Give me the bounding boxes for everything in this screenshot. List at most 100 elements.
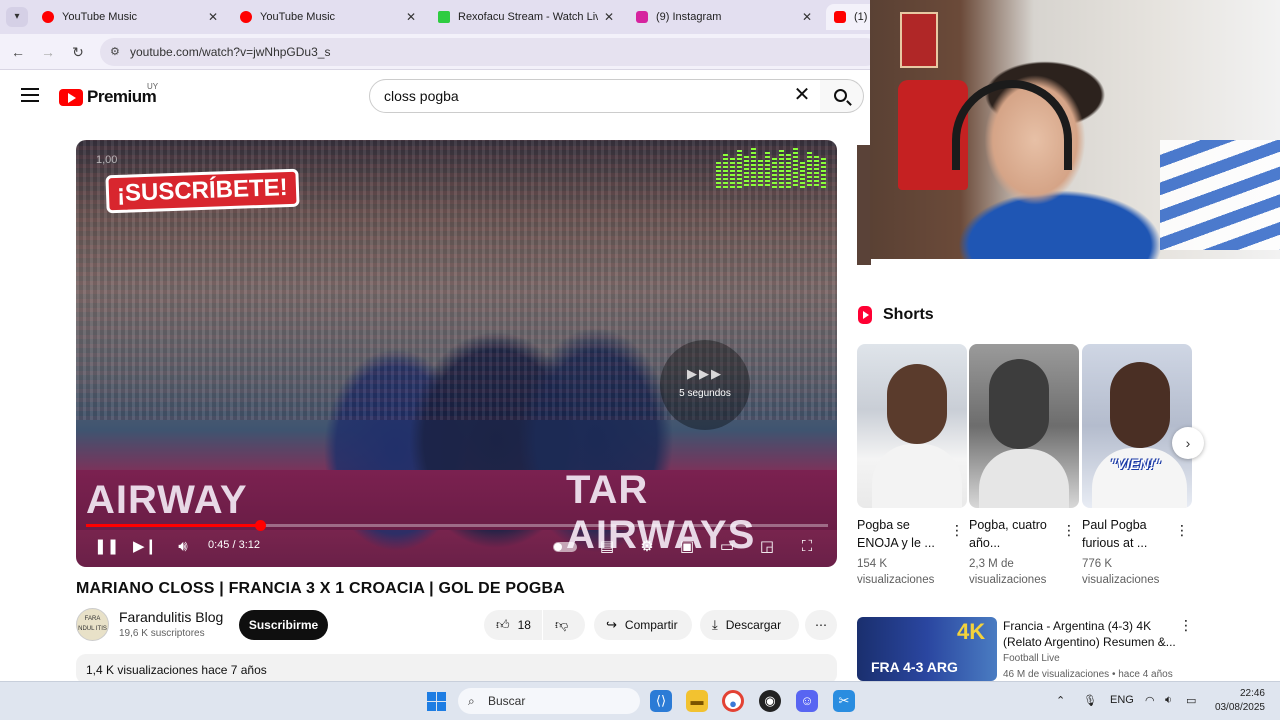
more-vertical-icon[interactable]: ⋮ bbox=[1179, 617, 1193, 634]
subtitles-icon[interactable]: ▤ bbox=[596, 536, 618, 558]
progress-bar[interactable] bbox=[86, 520, 828, 531]
4k-badge: 4K bbox=[957, 619, 986, 644]
taskbar-search[interactable]: ⌕ Buscar bbox=[458, 688, 640, 714]
discord-icon[interactable]: ☺ bbox=[796, 690, 818, 712]
obs-icon[interactable]: ◉ bbox=[759, 690, 781, 712]
next-icon[interactable]: ▶❙ bbox=[133, 536, 157, 558]
close-tab-icon[interactable]: ✕ bbox=[604, 10, 614, 24]
menu-icon[interactable] bbox=[21, 88, 39, 102]
short-card[interactable]: Pogba, cuatro año... 2,3 M de visualizac… bbox=[969, 344, 1079, 588]
microphone-icon[interactable]: 🎙︎ bbox=[1083, 694, 1097, 707]
views-and-date: 1,4 K visualizaciones hace 7 años bbox=[86, 663, 267, 677]
theater-mode-icon[interactable]: ▭ bbox=[716, 536, 738, 558]
back-arrow-icon[interactable]: ← bbox=[8, 42, 28, 62]
speaker-icon[interactable]: 🔉︎ bbox=[1165, 694, 1172, 707]
reload-icon[interactable]: ↻ bbox=[68, 42, 88, 62]
short-title[interactable]: Pogba se ENOJA y le ... bbox=[857, 516, 949, 552]
file-explorer-icon[interactable]: ▬ bbox=[686, 690, 708, 712]
download-label: Descargar bbox=[725, 618, 782, 632]
subscribe-button[interactable]: Suscribirme bbox=[239, 610, 328, 640]
clear-search-icon[interactable]: ✕ bbox=[791, 84, 813, 106]
youtube-music-favicon-icon bbox=[42, 11, 54, 23]
browser-tab[interactable]: YouTube Music ✕ bbox=[232, 4, 424, 30]
like-button[interactable]: 👍︎ 18 bbox=[484, 610, 542, 640]
windows-start-icon[interactable] bbox=[427, 692, 446, 711]
short-thumbnail[interactable] bbox=[969, 344, 1079, 508]
forward-arrow-icon[interactable]: → bbox=[38, 42, 58, 62]
recommended-title[interactable]: Francia - Argentina (4-3) 4K (Relato Arg… bbox=[1003, 618, 1179, 650]
share-button[interactable]: ↪ Compartir bbox=[594, 610, 692, 640]
browser-tab[interactable]: YouTube Music ✕ bbox=[34, 4, 226, 30]
vscode-icon[interactable]: ⟨⟩ bbox=[650, 690, 672, 712]
youtube-premium-logo[interactable]: Premium UY bbox=[59, 82, 158, 108]
video-title: MARIANO CLOSS | FRANCIA 3 X 1 CROACIA | … bbox=[76, 580, 566, 597]
site-info-icon[interactable]: ⚙ bbox=[110, 45, 124, 59]
search-button[interactable] bbox=[820, 79, 864, 113]
cast-icon[interactable]: ◲ bbox=[756, 536, 778, 558]
volume-icon[interactable]: 🔊︎ bbox=[172, 536, 194, 558]
close-tab-icon[interactable]: ✕ bbox=[802, 10, 812, 24]
scrubber-handle[interactable] bbox=[254, 520, 266, 531]
recommended-channel[interactable]: Football Live bbox=[1003, 653, 1060, 664]
snipping-tool-icon[interactable]: ✂ bbox=[833, 690, 855, 712]
tab-search-chevron-icon[interactable]: ▾ bbox=[6, 7, 28, 27]
thumbs-up-icon: 👍︎ bbox=[496, 617, 510, 632]
more-vertical-icon[interactable]: ⋮ bbox=[1175, 522, 1189, 539]
description-box[interactable]: 1,4 K visualizaciones hace 7 años bbox=[76, 654, 837, 684]
player-controls: ❚❚ ▶❙ 🔊︎ 0:45 / 3:12 ▤ ⚙ ▣ ▭ ◲ ⛶ bbox=[76, 534, 837, 562]
dislike-button[interactable]: 👎︎ bbox=[543, 610, 585, 640]
video-player[interactable]: AIRWAY TAR AIRWAYS 1,00 ¡SUSCRÍBETE! ▶▶▶… bbox=[76, 140, 837, 567]
browser-tab[interactable]: Rexofacu Stream - Watch Live c ✕ bbox=[430, 4, 622, 30]
chrome-icon[interactable]: ● bbox=[722, 690, 744, 712]
close-tab-icon[interactable]: ✕ bbox=[208, 10, 218, 24]
seek-forward-hint: ▶▶▶ 5 segundos bbox=[660, 340, 750, 430]
share-label: Compartir bbox=[624, 618, 678, 632]
more-actions-button[interactable]: ⋯ bbox=[805, 610, 837, 640]
wifi-icon[interactable]: ◠ bbox=[1145, 694, 1155, 707]
battery-icon[interactable]: ▭ bbox=[1186, 694, 1196, 707]
related-thumbnail-edge[interactable] bbox=[857, 145, 871, 265]
subscriber-count: 19,6 K suscriptores bbox=[119, 628, 205, 639]
tab-title: YouTube Music bbox=[260, 11, 336, 23]
autoplay-toggle[interactable] bbox=[553, 542, 577, 552]
recommended-meta: 46 M de visualizaciones • hace 4 años bbox=[1003, 669, 1173, 680]
chevron-up-icon[interactable]: ⌃ bbox=[1056, 694, 1065, 707]
short-title[interactable]: Pogba, cuatro año... bbox=[969, 516, 1061, 552]
recommended-video[interactable]: 4K FRA 4-3 ARG Francia - Argentina (4-3)… bbox=[857, 617, 1197, 681]
address-bar[interactable]: ⚙ youtube.com/watch?v=jwNhpGDu3_s bbox=[100, 38, 880, 66]
more-horizontal-icon: ⋯ bbox=[815, 618, 827, 632]
browser-tab[interactable]: (9) Instagram ✕ bbox=[628, 4, 820, 30]
url-text: youtube.com/watch?v=jwNhpGDu3_s bbox=[130, 45, 331, 59]
channel-avatar[interactable]: FARA NDUL ITIS bbox=[76, 608, 109, 641]
youtube-favicon-icon bbox=[834, 11, 846, 23]
youtube-play-icon bbox=[59, 88, 83, 106]
fullscreen-icon[interactable]: ⛶ bbox=[796, 536, 818, 558]
chevron-right-icon[interactable]: › bbox=[1172, 427, 1204, 459]
more-vertical-icon[interactable]: ⋮ bbox=[1062, 522, 1076, 539]
short-card[interactable]: "VIEN!" Paul Pogba furious at ... 776 K … bbox=[1082, 344, 1192, 588]
shorts-header: Shorts bbox=[858, 306, 934, 324]
language-indicator[interactable]: ENG bbox=[1110, 694, 1134, 706]
short-thumbnail[interactable]: "VIEN!" bbox=[1082, 344, 1192, 508]
channel-name[interactable]: Farandulitis Blog bbox=[119, 609, 223, 625]
more-vertical-icon[interactable]: ⋮ bbox=[950, 522, 964, 539]
download-button[interactable]: ⤓ Descargar bbox=[700, 610, 799, 640]
search-icon: ⌕ bbox=[468, 694, 475, 708]
system-clock[interactable]: 22:46 03/08/2025 bbox=[1211, 687, 1265, 715]
clock-date: 03/08/2025 bbox=[1214, 702, 1265, 713]
uruguay-flag bbox=[1160, 140, 1280, 250]
short-thumbnail[interactable] bbox=[857, 344, 967, 508]
miniplayer-icon[interactable]: ▣ bbox=[676, 536, 698, 558]
short-card[interactable]: Pogba se ENOJA y le ... 154 K visualizac… bbox=[857, 344, 967, 588]
short-title[interactable]: Paul Pogba furious at ... bbox=[1082, 516, 1174, 552]
time-display: 0:45 / 3:12 bbox=[208, 539, 260, 551]
search-icon bbox=[834, 89, 847, 102]
close-tab-icon[interactable]: ✕ bbox=[406, 10, 416, 24]
short-views: 776 K visualizaciones bbox=[1082, 558, 1160, 586]
pause-icon[interactable]: ❚❚ bbox=[94, 536, 119, 558]
tab-title: YouTube Music bbox=[62, 11, 138, 23]
settings-gear-icon[interactable]: ⚙ bbox=[636, 536, 658, 558]
recommended-thumbnail[interactable]: 4K FRA 4-3 ARG bbox=[857, 617, 997, 681]
search-input[interactable]: closs pogba bbox=[369, 79, 821, 113]
short-views: 154 K visualizaciones bbox=[857, 558, 935, 586]
